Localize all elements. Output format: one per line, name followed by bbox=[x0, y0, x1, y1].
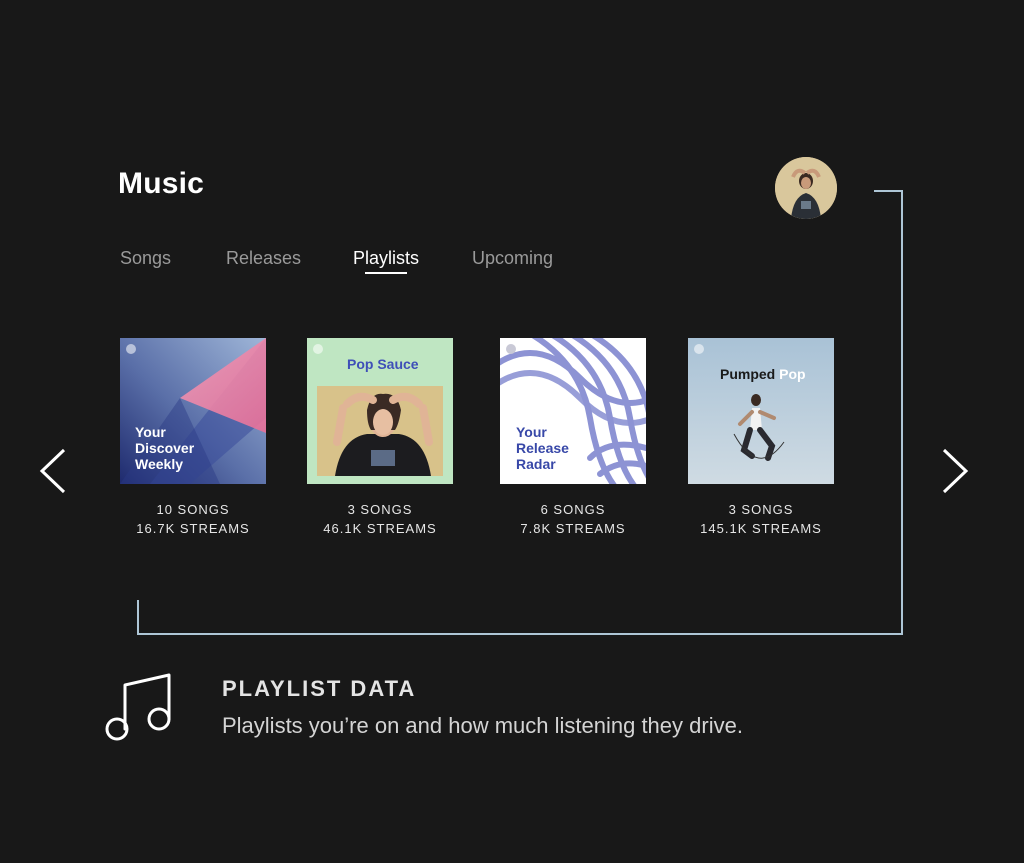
playlist-card-pumped-pop[interactable]: Pumped Pop 3 SONGS 145.1K STREAMS bbox=[688, 338, 834, 538]
spotify-logo-icon bbox=[313, 344, 323, 354]
chevron-left-icon bbox=[39, 448, 66, 494]
playlist-cover: Your Discover Weekly bbox=[120, 338, 266, 484]
stream-count: 7.8K STREAMS bbox=[520, 521, 626, 536]
spotify-logo-icon bbox=[694, 344, 704, 354]
chevron-right-icon bbox=[942, 448, 969, 494]
cover-title-accent: Pop bbox=[779, 366, 806, 382]
stream-count: 46.1K STREAMS bbox=[323, 521, 437, 536]
cover-title: Pumped Pop bbox=[720, 366, 806, 382]
song-count: 10 SONGS bbox=[156, 502, 230, 517]
cover-title: Your Release Radar bbox=[516, 424, 569, 472]
playlist-cover: Your Release Radar bbox=[500, 338, 646, 484]
spotify-logo-icon bbox=[506, 344, 516, 354]
stream-count: 16.7K STREAMS bbox=[136, 521, 250, 536]
song-count: 3 SONGS bbox=[347, 502, 413, 517]
stream-count: 145.1K STREAMS bbox=[700, 521, 822, 536]
music-note-icon bbox=[103, 671, 173, 743]
section-description: Playlists you’re on and how much listeni… bbox=[222, 713, 743, 738]
playlist-card-release-radar[interactable]: Your Release Radar 6 SONGS 7.8K STREAMS bbox=[500, 338, 646, 538]
playlist-card-pop-sauce[interactable]: Pop Sauce 3 SONGS 46.1K STREAMS bbox=[307, 338, 453, 538]
previous-button[interactable] bbox=[38, 448, 68, 494]
playlist-cover: Pumped Pop bbox=[688, 338, 834, 484]
cover-title: Pop Sauce bbox=[347, 356, 419, 372]
pumped-pop-cover-art bbox=[688, 338, 834, 484]
spotify-logo-icon bbox=[126, 344, 136, 354]
song-count: 6 SONGS bbox=[540, 502, 606, 517]
cover-title-main: Pumped bbox=[720, 366, 776, 382]
song-count: 3 SONGS bbox=[728, 502, 794, 517]
next-button[interactable] bbox=[940, 448, 970, 494]
section-heading: PLAYLIST DATA bbox=[222, 676, 417, 701]
playlist-card-discover-weekly[interactable]: Your Discover Weekly 10 SONGS 16.7K STRE… bbox=[120, 338, 266, 538]
playlist-cover: Pop Sauce bbox=[307, 338, 453, 484]
cover-title: Your Discover Weekly bbox=[135, 424, 195, 472]
